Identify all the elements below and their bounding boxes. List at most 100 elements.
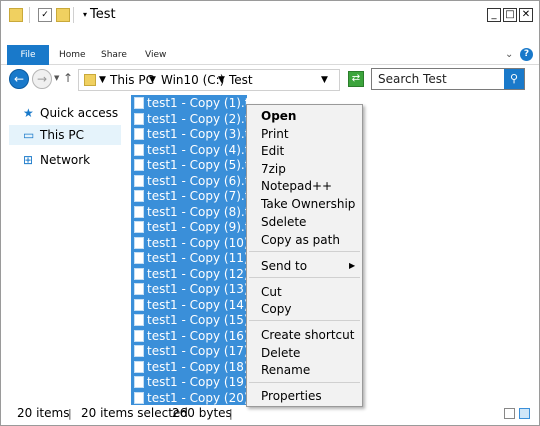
qa-separator (73, 7, 74, 23)
menu-separator (249, 320, 360, 321)
chevron-down-icon[interactable]: ▼ (218, 75, 225, 85)
sidebar-item-quick-access[interactable]: ★ Quick access (9, 103, 121, 123)
chevron-down-icon[interactable]: ▼ (149, 75, 156, 85)
text-file-icon (134, 267, 144, 280)
breadcrumb-this-pc[interactable]: This PC (110, 73, 154, 87)
selected-size: 260 bytes (172, 406, 232, 420)
file-name: test1 - Copy (15).txt (147, 313, 247, 327)
file-row[interactable]: test1 - Copy (14).txt (131, 296, 247, 312)
text-file-icon (134, 283, 144, 295)
menu-item-print[interactable]: Print (261, 127, 289, 141)
address-bar[interactable]: ▼ This PC ▼ Win10 (C:) ▼ Test ▼ (78, 69, 340, 91)
sidebar-item-label: This PC (40, 128, 84, 142)
menu-item-take-ownership[interactable]: Take Ownership (261, 197, 355, 211)
text-file-icon (134, 97, 144, 109)
ribbon-expand-icon[interactable]: ⌄ (505, 49, 513, 60)
menu-separator (249, 382, 360, 383)
file-row[interactable]: test1 - Copy (6).txt (131, 172, 247, 188)
menu-item-send-to[interactable]: Send to (261, 259, 307, 273)
search-placeholder: Search Test (378, 72, 447, 86)
large-icons-view-icon[interactable] (519, 408, 530, 419)
breadcrumb-test[interactable]: Test (229, 73, 253, 87)
menu-separator (249, 277, 360, 278)
maximize-button[interactable]: □ (503, 8, 517, 22)
file-name: test1 - Copy (6).txt (147, 173, 247, 188)
text-file-icon (134, 174, 144, 187)
breadcrumb-drive[interactable]: Win10 (C:) (161, 73, 224, 87)
text-file-icon (134, 190, 144, 202)
back-button[interactable]: ← (9, 69, 29, 89)
menu-item-cut[interactable]: Cut (261, 285, 282, 299)
file-row[interactable]: test1 - Copy (13).txt (131, 281, 247, 297)
text-file-icon (134, 128, 144, 140)
text-file-icon (134, 314, 144, 326)
file-row[interactable]: test1 - Copy (11).txt (131, 250, 247, 266)
sidebar-item-network[interactable]: ⊞ Network (9, 150, 121, 170)
forward-button[interactable]: → (32, 69, 52, 89)
search-icon[interactable]: ⚲ (504, 69, 524, 89)
new-folder-icon[interactable] (56, 8, 70, 22)
file-row[interactable]: test1 - Copy (15).txt (131, 312, 247, 328)
refresh-icon[interactable]: ⇄ (348, 71, 364, 87)
text-file-icon (134, 329, 144, 342)
file-name: test1 - Copy (8).txt (147, 204, 247, 219)
file-name: test1 - Copy (9).txt (147, 220, 247, 234)
recent-locations-icon[interactable]: ▼ (54, 74, 59, 82)
tab-view[interactable]: View (145, 45, 166, 65)
menu-item-open[interactable]: Open (261, 109, 296, 123)
up-arrow-icon[interactable]: ↑ (63, 71, 73, 85)
file-row[interactable]: test1 - Copy (9).txt (131, 219, 247, 235)
file-row[interactable]: test1 - Copy (3).txt (131, 126, 247, 142)
file-row[interactable]: test1 - Copy (12).txt (131, 265, 247, 281)
file-row[interactable]: test1 - Copy (8).txt (131, 203, 247, 219)
menu-item-properties[interactable]: Properties (261, 389, 322, 403)
menu-item-copy-as-path[interactable]: Copy as path (261, 233, 340, 247)
text-file-icon (134, 159, 144, 171)
tab-home[interactable]: Home (59, 45, 86, 65)
search-input[interactable]: Search Test ⚲ (371, 68, 525, 90)
window-title: Test (90, 7, 116, 22)
text-file-icon (134, 205, 144, 218)
file-row[interactable]: test1 - Copy (17).txt (131, 343, 247, 359)
menu-item-delete[interactable]: Delete (261, 346, 300, 360)
item-count: 20 items (17, 406, 70, 420)
file-name: test1 - Copy (10).txt (147, 235, 247, 250)
file-row[interactable]: test1 - Copy (10).txt (131, 234, 247, 250)
file-row[interactable]: test1 - Copy (19).txt (131, 374, 247, 390)
menu-item-7zip[interactable]: 7zip (261, 162, 286, 176)
menu-item-sdelete[interactable]: Sdelete (261, 215, 306, 229)
qa-separator (29, 7, 30, 23)
tab-share[interactable]: Share (101, 45, 127, 65)
menu-item-create-shortcut[interactable]: Create shortcut (261, 328, 354, 342)
ribbon-tabs: File Home Share View ⌄ ? (1, 45, 539, 65)
properties-icon[interactable]: ✓ (38, 8, 52, 22)
explorer-window: ✓ ▾ Test _ □ ✕ File Home Share View ⌄ ? … (0, 0, 540, 426)
file-row[interactable]: test1 - Copy (16).txt (131, 327, 247, 343)
menu-item-rename[interactable]: Rename (261, 363, 310, 377)
file-name: test1 - Copy (7).txt (147, 189, 247, 203)
file-row[interactable]: test1 - Copy (1).txt (131, 95, 247, 111)
sidebar-item-this-pc[interactable]: ▭ This PC (9, 125, 121, 145)
help-icon[interactable]: ? (520, 48, 533, 61)
file-row[interactable]: test1 - Copy (4).txt (131, 141, 247, 157)
minimize-button[interactable]: _ (487, 8, 501, 22)
file-row[interactable]: test1 - Copy (2).txt (131, 110, 247, 126)
navigation-bar: ← → ▼ ↑ ▼ This PC ▼ Win10 (C:) ▼ Test ▼ … (1, 65, 539, 93)
file-row[interactable]: test1 - Copy (5).txt (131, 157, 247, 173)
folder-icon (84, 74, 96, 86)
file-row[interactable]: test1 - Copy (7).txt (131, 188, 247, 204)
menu-item-notepadpp[interactable]: Notepad++ (261, 179, 332, 193)
details-view-icon[interactable] (504, 408, 515, 419)
address-dropdown-icon[interactable]: ▼ (321, 75, 328, 85)
menu-item-copy[interactable]: Copy (261, 302, 291, 316)
file-name: test1 - Copy (5).txt (147, 158, 247, 172)
text-file-icon (134, 391, 144, 404)
text-file-icon (134, 221, 144, 233)
close-button[interactable]: ✕ (519, 8, 533, 22)
tab-file[interactable]: File (7, 45, 49, 65)
menu-separator (249, 251, 360, 252)
text-file-icon (134, 252, 144, 264)
file-row[interactable]: test1 - Copy (18).txt (131, 358, 247, 374)
chevron-down-icon[interactable]: ▼ (99, 75, 106, 85)
menu-item-edit[interactable]: Edit (261, 144, 284, 158)
